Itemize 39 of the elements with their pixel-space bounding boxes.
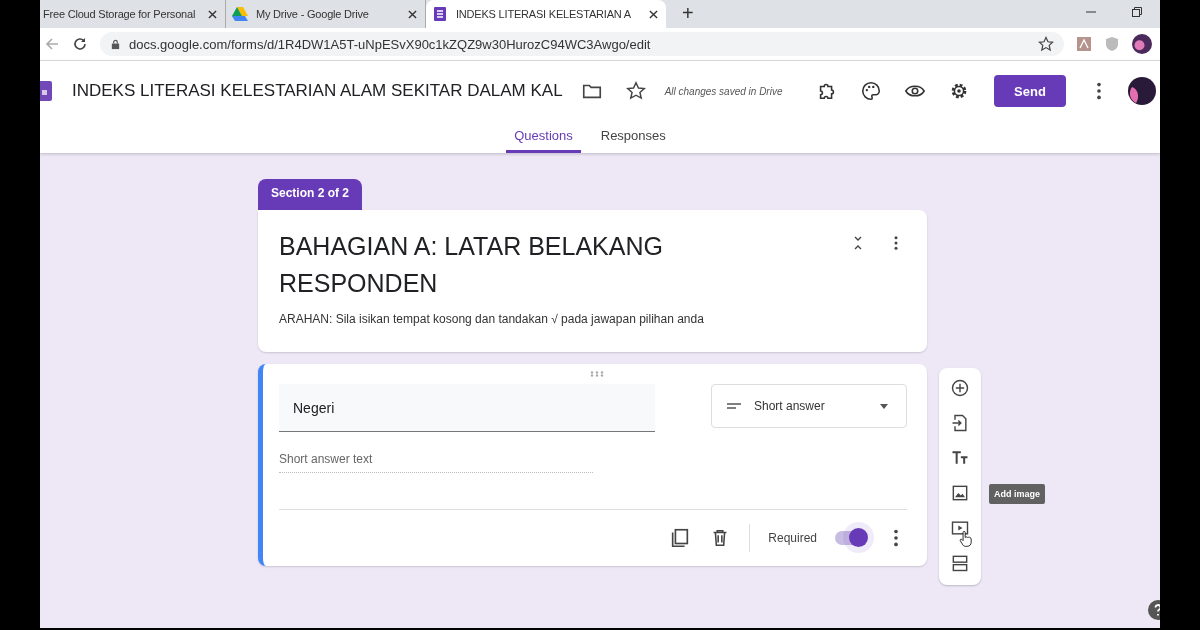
view-tab[interactable]: Responses <box>592 121 674 153</box>
lock-icon <box>110 38 121 50</box>
question-type-dropdown[interactable]: Short answer <box>711 384 907 428</box>
forms-icon <box>432 6 448 22</box>
drive-icon <box>232 6 248 22</box>
close-icon[interactable] <box>649 9 658 19</box>
send-button[interactable]: Send <box>994 75 1066 107</box>
forms-icon[interactable] <box>40 81 52 101</box>
required-toggle[interactable] <box>835 531 865 545</box>
required-label: Required <box>768 531 817 545</box>
close-icon[interactable] <box>408 9 417 19</box>
star-icon[interactable] <box>1038 36 1054 52</box>
new-tab-button[interactable]: + <box>682 2 694 28</box>
section-description[interactable]: ARAHAN: Sila isikan tempat kosong dan tandakan √ pada jawapan pilihan anda <box>279 312 829 326</box>
hand-cursor-icon <box>959 530 972 548</box>
drag-handle-icon[interactable] <box>590 371 604 377</box>
section-icon[interactable] <box>950 553 970 573</box>
form-title[interactable]: INDEKS LITERASI KELESTARIAN ALAM SEKITAR DALAM KAL <box>72 81 563 101</box>
view-tab[interactable]: Questions <box>506 121 581 153</box>
palette-icon[interactable] <box>860 80 882 102</box>
avatar-icon[interactable] <box>1128 77 1156 105</box>
star-icon[interactable] <box>624 80 647 102</box>
close-icon[interactable] <box>208 9 217 19</box>
add-icon[interactable] <box>950 378 970 398</box>
browser-tab[interactable]: INDEKS LITERASI KELESTARIAN A <box>426 0 666 28</box>
restore-icon[interactable] <box>1131 6 1143 18</box>
avatar-icon[interactable] <box>1132 34 1152 54</box>
image-icon[interactable] <box>950 483 970 503</box>
address-bar[interactable]: docs.google.com/forms/d/1R4DW1A5T-uNpESvX90c1kZQZ9w30HurozC94WC3Awgo/edit <box>100 32 1064 56</box>
section-tag: Section 2 of 2 <box>258 179 363 210</box>
answer-field: Short answer text <box>279 432 593 473</box>
reload-icon[interactable] <box>72 36 88 52</box>
pdf-extension-icon[interactable] <box>1076 36 1092 52</box>
section-title[interactable]: BAHAGIAN A: LATAR BELAKANG RESPONDEN <box>279 228 699 302</box>
video-icon[interactable] <box>950 518 970 538</box>
tooltip: Add image <box>989 484 1045 504</box>
question-field[interactable]: Negeri <box>279 384 655 432</box>
import-icon[interactable] <box>950 413 970 433</box>
save-status: All changes saved in Drive <box>664 85 783 97</box>
